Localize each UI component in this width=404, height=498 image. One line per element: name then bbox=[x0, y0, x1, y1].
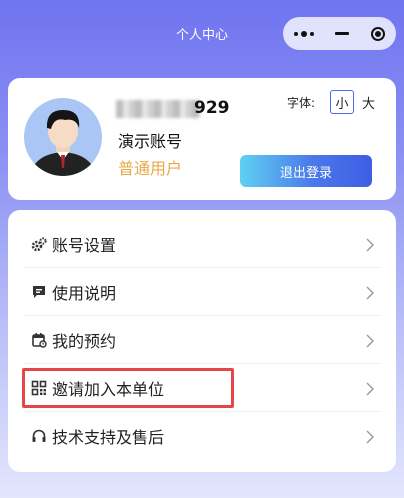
menu-item-my-appointments[interactable]: 我的预约 bbox=[24, 316, 380, 364]
font-size-label: 字体: bbox=[287, 96, 316, 110]
phone-number: 929 bbox=[194, 98, 230, 118]
menu-item-label: 账号设置 bbox=[52, 235, 117, 255]
minus-icon[interactable] bbox=[335, 32, 350, 35]
font-size-large-option[interactable]: 大 bbox=[362, 93, 375, 112]
user-type-badge: 普通用户 bbox=[118, 159, 183, 178]
headset-icon bbox=[30, 427, 48, 445]
logout-button[interactable]: 退出登录 bbox=[240, 155, 372, 187]
top-bar: 个人中心 bbox=[0, 0, 404, 66]
chevron-right-icon bbox=[366, 381, 374, 400]
message-icon bbox=[30, 283, 48, 301]
chevron-right-icon bbox=[366, 333, 374, 352]
target-icon[interactable] bbox=[371, 26, 386, 41]
chevron-right-icon bbox=[366, 237, 374, 256]
gear-icon bbox=[30, 235, 48, 253]
font-size-small-option[interactable]: 小 bbox=[330, 90, 354, 114]
avatar bbox=[24, 98, 102, 176]
mini-program-capsule bbox=[283, 17, 396, 50]
menu-item-account-settings[interactable]: 账号设置 bbox=[24, 220, 380, 268]
menu-item-label: 使用说明 bbox=[52, 283, 117, 303]
menu-item-user-guide[interactable]: 使用说明 bbox=[24, 268, 380, 316]
menu-item-label: 我的预约 bbox=[52, 331, 117, 351]
profile-card: 929 演示账号 普通用户 字体: 小 大 退出登录 bbox=[8, 78, 396, 200]
menu-item-label: 技术支持及售后 bbox=[52, 428, 165, 447]
account-name: 演示账号 bbox=[118, 132, 183, 151]
chevron-right-icon bbox=[366, 429, 374, 448]
chevron-right-icon bbox=[366, 285, 374, 304]
menu-item-tech-support[interactable]: 技术支持及售后 bbox=[24, 412, 380, 460]
phone-number-mask bbox=[116, 100, 200, 118]
menu-card: 账号设置 使用说明 我的预约 邀请加入本单位 技术支持及售后 bbox=[8, 210, 396, 472]
calendar-icon bbox=[30, 331, 48, 349]
highlight-box bbox=[22, 368, 234, 408]
more-dots-icon[interactable] bbox=[293, 30, 314, 37]
